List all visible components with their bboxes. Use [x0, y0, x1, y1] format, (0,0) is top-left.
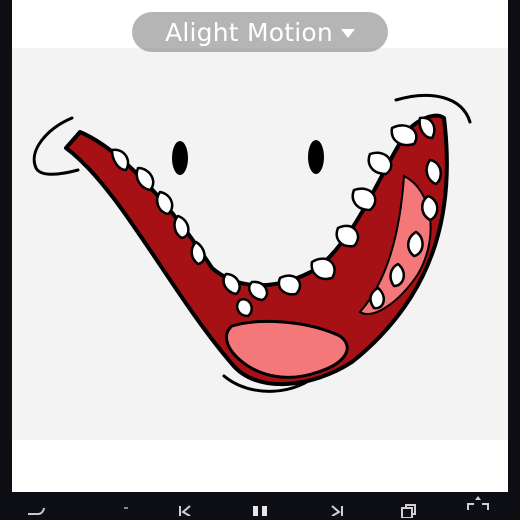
right-eye [308, 140, 324, 174]
video-canvas[interactable] [12, 48, 508, 440]
smile-artwork [32, 93, 472, 393]
chevron-down-icon [340, 29, 355, 38]
pause-icon[interactable] [246, 504, 274, 520]
skip-forward-icon[interactable] [324, 504, 352, 520]
playhead-marker [112, 504, 140, 520]
duplicate-icon[interactable] [394, 504, 422, 520]
left-eye [172, 141, 188, 175]
playback-toolbar [0, 492, 520, 520]
fullscreen-icon[interactable] [464, 496, 492, 512]
app-watermark[interactable]: Alight Motion [132, 12, 388, 52]
undo-icon[interactable] [22, 504, 50, 520]
watermark-text: Alight Motion [165, 17, 333, 47]
preview-frame [12, 0, 508, 492]
skip-back-icon[interactable] [170, 504, 198, 520]
